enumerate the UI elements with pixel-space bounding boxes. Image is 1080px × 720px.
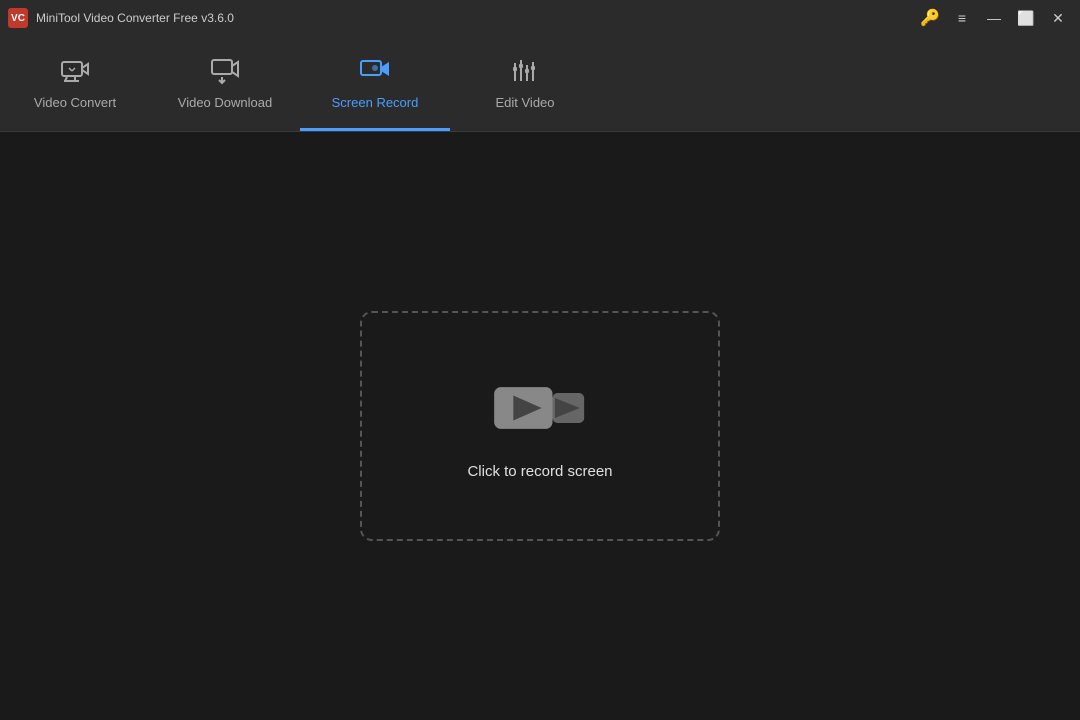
edit-video-icon (509, 55, 541, 87)
video-download-icon (209, 55, 241, 87)
title-bar-controls: 🔑 ≡ — ⬜ ✕ (916, 7, 1072, 29)
maximize-button[interactable]: ⬜ (1012, 7, 1040, 29)
video-convert-icon (59, 55, 91, 87)
tab-edit-video[interactable]: Edit Video (450, 36, 600, 131)
app-title: MiniTool Video Converter Free v3.6.0 (36, 11, 234, 25)
record-area[interactable]: Click to record screen (360, 311, 720, 541)
tab-screen-record-label: Screen Record (332, 95, 419, 110)
menu-icon: ≡ (958, 10, 966, 26)
main-content: Click to record screen (0, 132, 1080, 720)
close-icon: ✕ (1052, 10, 1064, 27)
tab-video-download-label: Video Download (178, 95, 272, 110)
maximize-icon: ⬜ (1017, 10, 1034, 27)
menu-button[interactable]: ≡ (948, 7, 976, 29)
tab-video-convert-label: Video Convert (34, 95, 116, 110)
nav-tabs: Video Convert Video Download Screen Reco… (0, 36, 1080, 132)
tab-video-convert[interactable]: Video Convert (0, 36, 150, 131)
title-bar-left: VC MiniTool Video Converter Free v3.6.0 (8, 8, 234, 28)
tab-screen-record[interactable]: Screen Record (300, 36, 450, 131)
close-button[interactable]: ✕ (1044, 7, 1072, 29)
tab-video-download[interactable]: Video Download (150, 36, 300, 131)
click-to-record-label: Click to record screen (467, 463, 612, 480)
screen-record-icon (359, 55, 391, 87)
key-button[interactable]: 🔑 (916, 7, 944, 29)
app-logo: VC (8, 8, 28, 28)
key-icon: 🔑 (920, 8, 940, 28)
minimize-button[interactable]: — (980, 7, 1008, 29)
title-bar: VC MiniTool Video Converter Free v3.6.0 … (0, 0, 1080, 36)
minimize-icon: — (987, 10, 1001, 26)
tab-edit-video-label: Edit Video (495, 95, 554, 110)
record-camera-icon (490, 373, 590, 443)
